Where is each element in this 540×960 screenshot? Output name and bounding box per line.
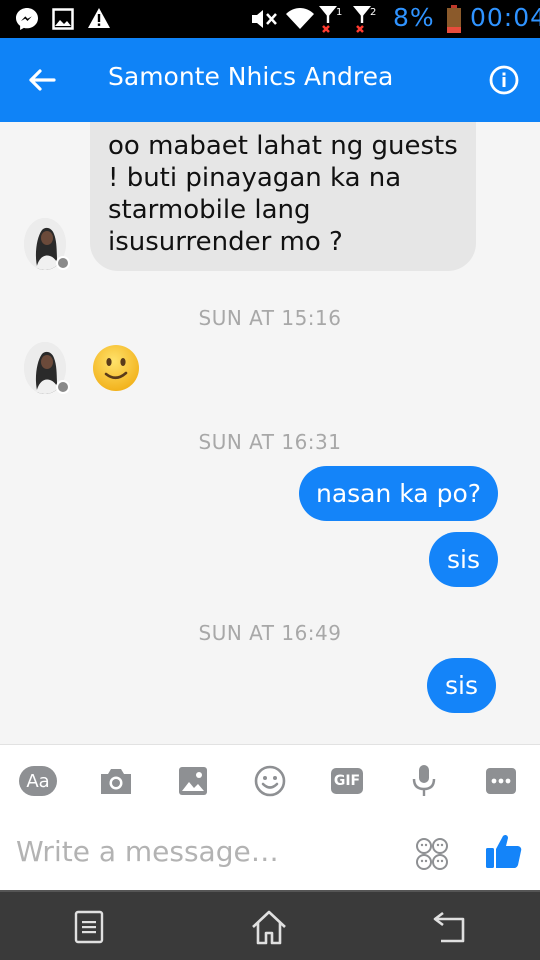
message-line: oo mabaet lahat ng guests <box>108 131 458 161</box>
camera-button[interactable] <box>94 763 138 799</box>
sticker-icon[interactable] <box>414 836 450 872</box>
messenger-icon <box>16 8 38 30</box>
home-icon <box>252 910 286 945</box>
image-icon <box>179 767 207 795</box>
wifi-icon <box>286 8 314 29</box>
contact-name[interactable]: Samonte Nhics Andrea <box>108 62 393 91</box>
text-format-label: Aa <box>26 770 50 792</box>
more-icon <box>486 768 516 794</box>
status-bar: 1 2 8% 00:04 <box>0 0 540 38</box>
message-line: starmobile lang <box>108 195 311 225</box>
recent-apps-icon <box>74 910 104 944</box>
recent-apps-button[interactable] <box>64 904 114 950</box>
outgoing-message-bubble[interactable]: nasan ka po? <box>299 466 498 521</box>
emoji-icon <box>254 765 286 797</box>
more-button[interactable] <box>479 763 523 799</box>
clock: 00:04 <box>470 3 540 32</box>
battery-percent: 8% <box>393 3 435 32</box>
message-input[interactable] <box>16 831 396 871</box>
outgoing-message-bubble[interactable]: sis <box>429 532 498 587</box>
incoming-message-bubble[interactable]: oo mabaet lahat ng guests ! buti pinayag… <box>90 122 476 271</box>
back-button[interactable] <box>424 904 474 950</box>
gallery-icon <box>52 8 74 30</box>
messenger-badge-icon <box>56 380 70 394</box>
message-list[interactable]: oo mabaet lahat ng guests ! buti pinayag… <box>0 122 540 744</box>
messenger-badge-icon <box>56 256 70 270</box>
text-format-button[interactable]: Aa <box>16 763 60 799</box>
outgoing-message-bubble[interactable]: sis <box>427 658 496 713</box>
image-button[interactable] <box>171 763 215 799</box>
back-icon <box>433 911 465 943</box>
timestamp: SUN AT 15:16 <box>198 306 342 330</box>
svg-text:2: 2 <box>370 7 376 18</box>
back-arrow-icon[interactable] <box>24 62 60 98</box>
microphone-icon <box>412 765 436 796</box>
battery-icon <box>447 5 461 33</box>
warning-icon <box>88 8 110 28</box>
message-line: ! buti pinayagan ka na <box>108 163 402 193</box>
emoji-button[interactable] <box>248 763 292 799</box>
slightly-smiling-face-icon[interactable] <box>92 344 140 392</box>
signal-2-icon: 2 <box>353 6 376 33</box>
signal-1-icon: 1 <box>319 6 342 33</box>
svg-text:1: 1 <box>336 7 342 18</box>
info-icon[interactable] <box>488 64 520 96</box>
timestamp: SUN AT 16:31 <box>198 430 342 454</box>
message-composer: Aa GIF <box>0 744 540 890</box>
thumbs-up-icon[interactable] <box>484 832 524 872</box>
microphone-button[interactable] <box>402 763 446 799</box>
mute-icon <box>252 10 277 28</box>
timestamp: SUN AT 16:49 <box>198 621 342 645</box>
system-nav-bar <box>0 890 540 960</box>
conversation-header: Samonte Nhics Andrea <box>0 38 540 122</box>
camera-icon <box>101 769 131 794</box>
home-button[interactable] <box>244 904 294 950</box>
gif-label: GIF <box>333 773 361 789</box>
gif-button[interactable]: GIF <box>325 763 369 799</box>
message-line: isusurrender mo ? <box>108 227 343 257</box>
